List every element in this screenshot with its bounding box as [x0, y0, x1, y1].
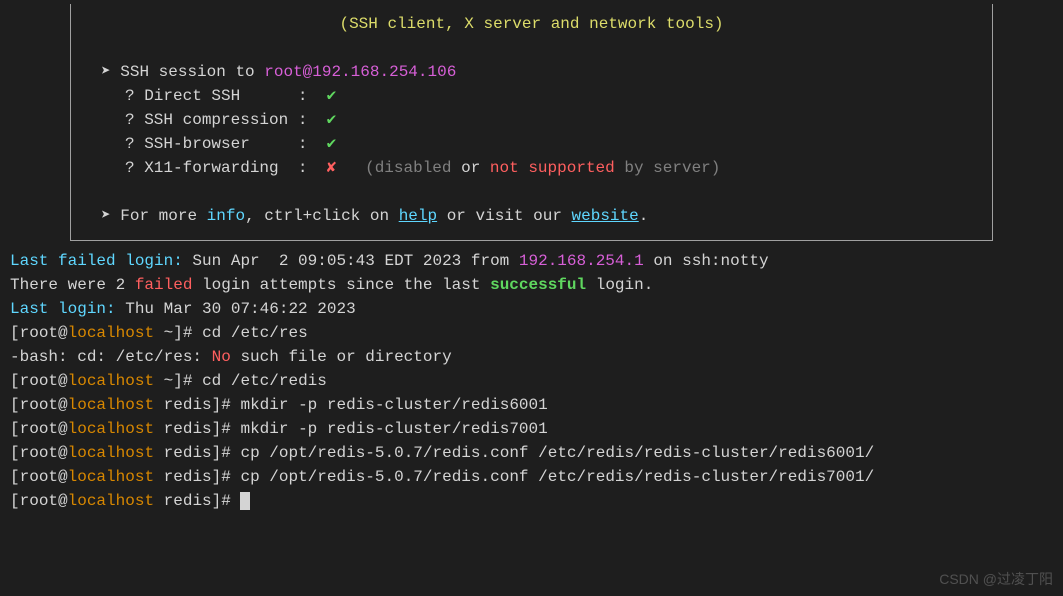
prompt-line: [root@localhost redis]# mkdir -p redis-c…	[10, 417, 1053, 441]
ssh-banner-box: (SSH client, X server and network tools)…	[70, 4, 993, 241]
prompt-line: [root@localhost redis]# cp /opt/redis-5.…	[10, 465, 1053, 489]
banner-subtitle: (SSH client, X server and network tools)	[71, 12, 992, 36]
cross-icon: ✘	[327, 159, 337, 177]
prompt-line: [root@localhost redis]# cp /opt/redis-5.…	[10, 441, 1053, 465]
check-direct-ssh: ? Direct SSH : ✔	[71, 84, 992, 108]
prompt-line: [root@localhost ~]# cd /etc/redis	[10, 369, 1053, 393]
check-icon: ✔	[327, 111, 337, 129]
check-ssh-browser: ? SSH-browser : ✔	[71, 132, 992, 156]
help-link[interactable]: help	[399, 207, 437, 225]
blank-line	[71, 36, 992, 60]
watermark: CSDN @过凌丁阳	[939, 569, 1053, 590]
login-attempts: There were 2 failed login attempts since…	[10, 273, 1053, 297]
blank-line	[71, 180, 992, 204]
check-ssh-compression: ? SSH compression : ✔	[71, 108, 992, 132]
error-line: -bash: cd: /etc/res: No such file or dir…	[10, 345, 1053, 369]
banner-footer: ➤ For more info, ctrl+click on help or v…	[71, 204, 992, 228]
last-login: Last login: Thu Mar 30 07:46:22 2023	[10, 297, 1053, 321]
cursor	[240, 492, 250, 510]
last-failed-login: Last failed login: Sun Apr 2 09:05:43 ED…	[10, 249, 1053, 273]
check-icon: ✔	[327, 135, 337, 153]
prompt-line: [root@localhost ~]# cd /etc/res	[10, 321, 1053, 345]
prompt-line: [root@localhost redis]# mkdir -p redis-c…	[10, 393, 1053, 417]
prompt-line: [root@localhost redis]#	[10, 489, 1053, 513]
command-history: [root@localhost ~]# cd /etc/res-bash: cd…	[10, 321, 1053, 513]
ssh-session-line: ➤ SSH session to root@192.168.254.106	[71, 60, 992, 84]
terminal-window[interactable]: (SSH client, X server and network tools)…	[0, 0, 1063, 517]
check-icon: ✔	[327, 87, 337, 105]
check-x11-forwarding: ? X11-forwarding : ✘ (disabled or not su…	[71, 156, 992, 180]
website-link[interactable]: website	[572, 207, 639, 225]
